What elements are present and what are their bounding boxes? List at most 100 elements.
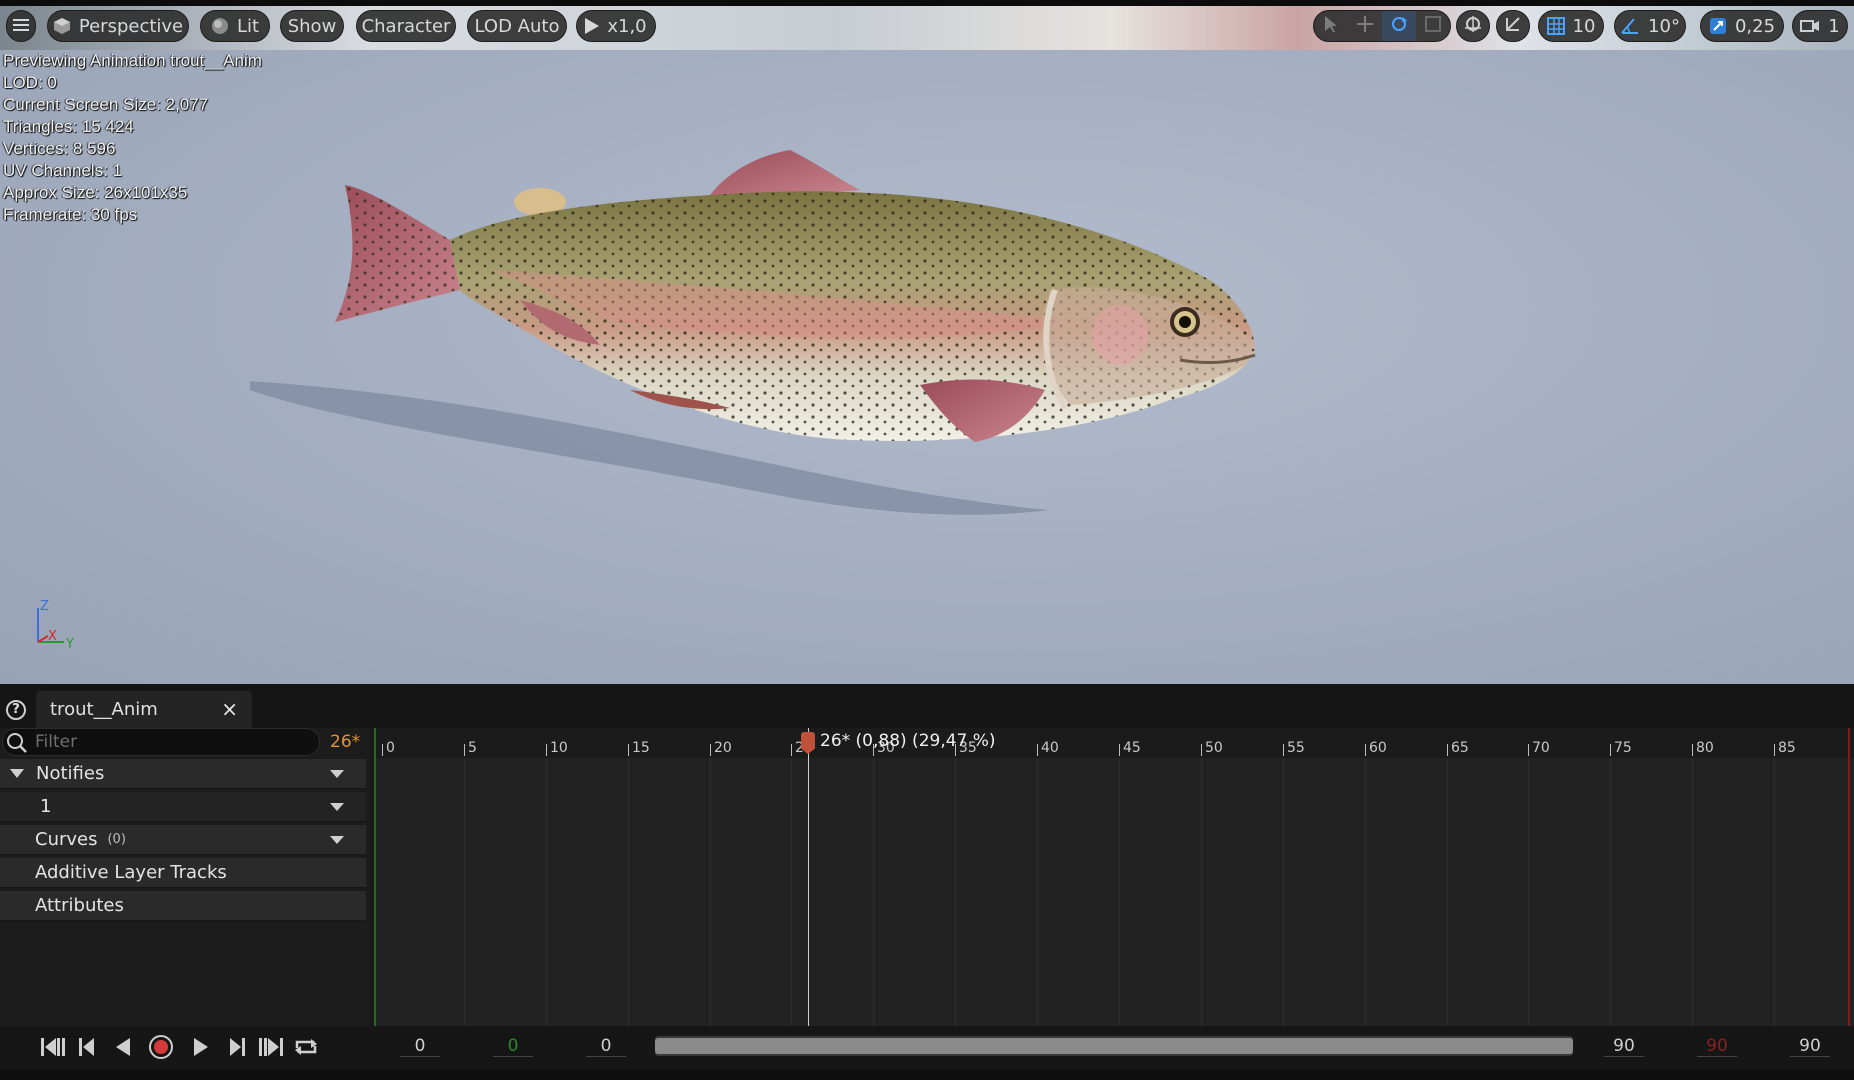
grid-line <box>546 758 547 1026</box>
camera-speed-button[interactable]: 1 <box>1792 10 1848 42</box>
stat-preview-animation: Previewing Animation trout__Anim <box>3 51 262 70</box>
play-start-field[interactable]: 0 <box>493 1036 533 1057</box>
help-icon[interactable]: ? <box>6 700 26 720</box>
close-icon[interactable]: × <box>221 697 238 721</box>
timeline-area[interactable]: 0510152025303540455055606570758085 26* (… <box>374 728 1854 1026</box>
grid-line <box>1119 758 1120 1026</box>
rotation-snap-value: 10° <box>1648 15 1680 37</box>
reverse-icon <box>112 1036 134 1062</box>
record-button[interactable] <box>148 1034 174 1064</box>
world-local-button[interactable] <box>1496 10 1530 42</box>
ruler-tick-50 <box>1201 744 1202 756</box>
grid-icon <box>1546 17 1565 35</box>
show-label: Show <box>287 15 337 37</box>
ruler-label-5: 5 <box>468 740 477 756</box>
start-field[interactable]: 0 <box>586 1036 626 1057</box>
play-icon <box>585 18 600 34</box>
ruler-label-85: 85 <box>1778 740 1796 756</box>
ruler-tick-15 <box>628 744 629 756</box>
scale-icon <box>1425 16 1441 36</box>
curves-count: (0) <box>107 832 126 847</box>
ruler-tick-5 <box>464 744 465 756</box>
loop-button[interactable] <box>293 1036 319 1062</box>
viewport-menu-button[interactable] <box>6 10 36 42</box>
grid-line <box>1610 758 1611 1026</box>
playback-end-marker[interactable] <box>1848 728 1850 1026</box>
scale-snap-value: 0,25 <box>1734 15 1776 37</box>
stat-lod: LOD: 0 <box>3 73 57 92</box>
play-forward-button[interactable] <box>188 1036 214 1062</box>
grid-snap-value: 10 <box>1572 15 1596 37</box>
ruler-tick-55 <box>1283 744 1284 756</box>
track-attributes[interactable]: Attributes <box>0 891 366 921</box>
rotate-tool-button[interactable] <box>1382 11 1416 41</box>
playback-start-marker[interactable] <box>374 728 376 1026</box>
viewport[interactable]: Perspective Lit Show Character LOD Auto … <box>0 0 1854 684</box>
ruler-tick-10 <box>546 744 547 756</box>
next-frame-button[interactable] <box>224 1036 250 1062</box>
filter-input[interactable] <box>35 731 305 753</box>
trout-mesh[interactable] <box>250 150 1550 630</box>
notify-1-dropdown-icon[interactable] <box>330 803 344 811</box>
step-back-icon <box>76 1036 98 1062</box>
filter-field[interactable] <box>2 728 320 756</box>
lod-label: LOD Auto <box>474 15 560 37</box>
angle-icon <box>1620 17 1640 35</box>
rotate-icon <box>1390 15 1408 37</box>
to-start-button[interactable] <box>40 1036 66 1062</box>
tab-bar: ? trout__Anim × <box>0 684 1854 728</box>
stat-triangles: Triangles: 15 424 <box>3 117 134 136</box>
view-start-field[interactable]: 0 <box>400 1036 440 1057</box>
track-additive-label: Additive Layer Tracks <box>35 862 227 883</box>
ruler-label-70: 70 <box>1532 740 1550 756</box>
notifies-dropdown-icon[interactable] <box>330 770 344 778</box>
grid-line <box>1283 758 1284 1026</box>
track-notify-1-label: 1 <box>40 796 52 817</box>
record-icon <box>148 1034 174 1064</box>
ruler-label-50: 50 <box>1205 740 1223 756</box>
play-reverse-button[interactable] <box>110 1036 136 1062</box>
show-button[interactable]: Show <box>280 10 344 42</box>
axis-gizmo: Z X Y <box>37 600 74 650</box>
scale-tool-button[interactable] <box>1416 11 1450 41</box>
track-notify-1[interactable]: 1 <box>0 792 366 822</box>
curves-dropdown-icon[interactable] <box>330 836 344 844</box>
play-end-field[interactable]: 90 <box>1697 1036 1737 1057</box>
lit-button[interactable]: Lit <box>200 10 270 42</box>
step-forward-icon <box>226 1036 248 1062</box>
ruler-label-65: 65 <box>1451 740 1469 756</box>
ruler-label-0: 0 <box>386 740 395 756</box>
tab-trout-anim[interactable]: trout__Anim × <box>36 691 252 728</box>
cursor-icon <box>1324 15 1338 37</box>
axis-z-label: Z <box>40 600 49 614</box>
time-ruler[interactable]: 0510152025303540455055606570758085 <box>374 728 1854 758</box>
surface-snap-button[interactable] <box>1456 10 1490 42</box>
character-label: Character <box>361 15 451 37</box>
lod-button[interactable]: LOD Auto <box>467 10 567 42</box>
translate-tool-button[interactable] <box>1348 11 1382 41</box>
track-notifies[interactable]: Notifies <box>0 759 366 789</box>
view-end-field[interactable]: 90 <box>1790 1036 1830 1057</box>
to-end-button[interactable] <box>258 1036 284 1062</box>
track-curves[interactable]: Curves (0) <box>0 825 366 855</box>
track-additive-layer[interactable]: Additive Layer Tracks <box>0 858 366 888</box>
animation-sequence-panel: ? trout__Anim × 26* Notifies 1 Curves (0… <box>0 684 1854 1080</box>
view-range-slider[interactable] <box>655 1036 1573 1056</box>
previous-frame-button[interactable] <box>74 1036 100 1062</box>
select-tool-button[interactable] <box>1314 11 1348 41</box>
ruler-label-60: 60 <box>1369 740 1387 756</box>
view-range-thumb[interactable] <box>655 1038 1573 1054</box>
scale-snap-button[interactable]: 0,25 <box>1700 10 1784 42</box>
play-speed-button[interactable]: x1,0 <box>576 10 656 42</box>
ruler-label-80: 80 <box>1696 740 1714 756</box>
rotation-snap-button[interactable]: 10° <box>1614 10 1686 42</box>
end-field[interactable]: 90 <box>1604 1036 1644 1057</box>
tab-label: trout__Anim <box>50 699 158 720</box>
grid-line <box>628 758 629 1026</box>
grid-snap-button[interactable]: 10 <box>1538 10 1604 42</box>
collapse-arrow-icon <box>10 764 24 783</box>
character-button[interactable]: Character <box>356 10 456 42</box>
track-curves-label: Curves <box>35 829 98 850</box>
perspective-button[interactable]: Perspective <box>47 10 189 42</box>
world-axis-icon <box>1503 14 1523 39</box>
